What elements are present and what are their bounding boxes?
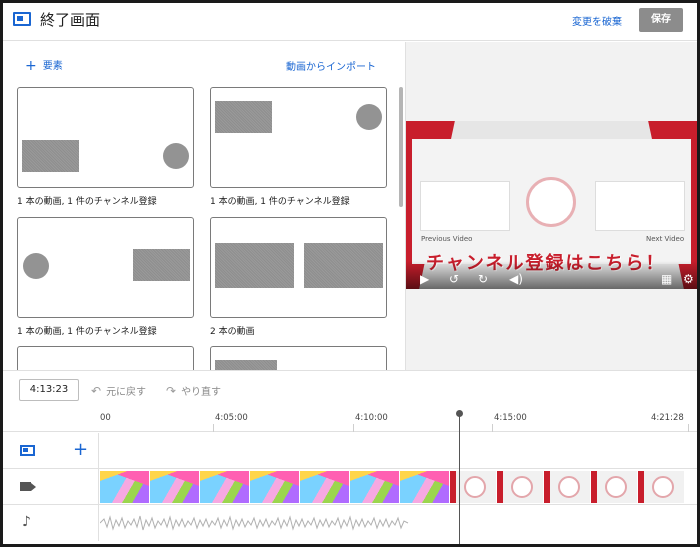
template-label: 2 本の動画 [210, 327, 255, 337]
scrollbar[interactable] [399, 87, 403, 207]
audio-track-header: ♪ [3, 505, 99, 541]
subscribe-placeholder [163, 143, 189, 169]
thumbnail [300, 471, 350, 503]
template-panel: + 要素 動画からインポート 1 本の動画, 1 件のチャンネル登録 1 本の動画… [3, 42, 405, 370]
undo-label: 元に戻す [106, 387, 147, 398]
template-label: 1 本の動画, 1 件のチャンネル登録 [17, 197, 157, 207]
timeline-toolbar: 4:13:23 ↶ 元に戻す ↷ やり直す [3, 370, 697, 406]
timeline-ruler[interactable]: 00 4:05:00 4:10:00 4:15:00 4:21:28 [3, 406, 697, 432]
thumbnail [497, 471, 544, 503]
video-track [3, 469, 697, 505]
template-card[interactable] [17, 217, 194, 318]
add-element-icon[interactable]: + [73, 439, 88, 460]
videocam-icon [20, 482, 31, 491]
redo-label: やり直す [181, 387, 222, 398]
template-label: 1 本の動画, 1 件のチャンネル登録 [210, 197, 350, 207]
thumbnail [544, 471, 591, 503]
video-placeholder [215, 101, 272, 133]
header: 終了画面 変更を破棄 保存 [3, 3, 697, 41]
element-track-header: + [3, 433, 99, 469]
video-track-header [3, 469, 99, 505]
undo-icon: ↶ [91, 384, 102, 398]
tick-line [353, 424, 354, 432]
previous-video-slot[interactable] [420, 181, 510, 231]
template-card[interactable] [17, 87, 194, 188]
thumbnail [200, 471, 250, 503]
thumbnail [250, 471, 300, 503]
undo-button[interactable]: ↶ 元に戻す [91, 383, 146, 398]
template-label: 1 本の動画, 1 件のチャンネル登録 [17, 327, 157, 337]
thumbnail [638, 471, 685, 503]
rewind-icon[interactable]: ↺ [449, 272, 459, 286]
playhead[interactable] [459, 413, 460, 544]
music-note-icon: ♪ [22, 514, 31, 530]
next-video-caption: Next Video [646, 235, 685, 243]
import-from-video-button[interactable]: 動画からインポート [286, 58, 376, 73]
audio-waveform [100, 515, 409, 531]
thumbnail [400, 471, 450, 503]
thumbnail [100, 471, 150, 503]
save-button[interactable]: 保存 [639, 8, 683, 32]
tick-line [688, 424, 689, 432]
tick-label: 4:21:28 [651, 413, 684, 423]
template-card[interactable] [210, 217, 387, 318]
redo-icon: ↷ [166, 384, 177, 398]
redo-button[interactable]: ↷ やり直す [166, 383, 221, 398]
thumbnail [150, 471, 200, 503]
subscribe-slot[interactable] [526, 177, 576, 227]
plus-icon: + [25, 58, 37, 74]
add-element-button[interactable]: + 要素 [25, 57, 63, 74]
volume-icon[interactable]: ◀) [509, 272, 523, 286]
template-card[interactable] [210, 87, 387, 188]
thumbnail [450, 471, 497, 503]
timecode-field[interactable]: 4:13:23 [19, 379, 79, 401]
page-title: 終了画面 [40, 11, 101, 29]
previous-video-caption: Previous Video [421, 235, 473, 243]
tick-label: 4:15:00 [494, 413, 527, 423]
thumbnail [591, 471, 638, 503]
tick-line [213, 424, 214, 432]
element-track: + [3, 433, 697, 469]
settings-icon[interactable]: ⚙ [683, 272, 694, 286]
player-controls: ▶ ↺ ↻ ◀) ▦ ⚙ [406, 261, 697, 289]
discard-changes-button[interactable]: 変更を破棄 [572, 13, 622, 28]
end-screen-icon [20, 445, 35, 456]
end-screen-editor: 終了画面 変更を破棄 保存 + 要素 動画からインポート 1 本の動画, 1 件の… [0, 0, 700, 547]
end-screen-canvas: Previous Video Next Video [412, 139, 691, 264]
video-placeholder [215, 243, 294, 288]
tick-label: 4:10:00 [355, 413, 388, 423]
tick-label: 4:05:00 [215, 413, 248, 423]
template-card[interactable] [17, 346, 194, 370]
grid-icon[interactable]: ▦ [661, 272, 672, 286]
add-element-label: 要素 [42, 61, 63, 72]
thumbnail [350, 471, 400, 503]
video-thumbnails[interactable] [100, 471, 697, 503]
video-preview[interactable]: Previous Video Next Video チャンネル登録はこちら！ ▶… [406, 121, 697, 289]
video-placeholder [133, 249, 190, 281]
playhead-handle[interactable] [456, 410, 463, 417]
next-video-slot[interactable] [595, 181, 685, 231]
template-card[interactable] [210, 346, 387, 370]
subscribe-placeholder [356, 104, 382, 130]
video-placeholder [215, 360, 277, 370]
forward-icon[interactable]: ↻ [478, 272, 488, 286]
play-icon[interactable]: ▶ [420, 272, 429, 286]
tick-label: 00 [100, 413, 111, 423]
end-screen-icon [13, 12, 31, 26]
subscribe-placeholder [23, 253, 49, 279]
tick-line [492, 424, 493, 432]
video-placeholder [304, 243, 383, 288]
video-placeholder [22, 140, 79, 172]
audio-track: ♪ [3, 505, 697, 541]
